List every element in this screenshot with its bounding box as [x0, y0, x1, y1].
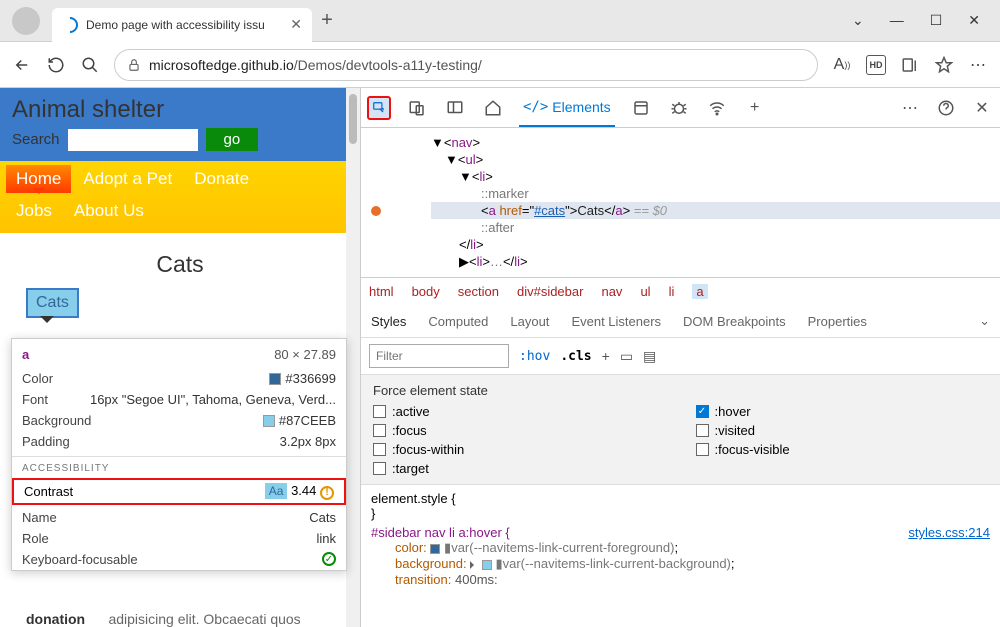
close-tab-icon[interactable]: ✕ [290, 16, 302, 33]
nav-adopt[interactable]: Adopt a Pet [73, 165, 182, 193]
css-rules[interactable]: element.style { } styles.css:214#sidebar… [361, 485, 1000, 593]
check-icon: ✓ [322, 552, 336, 566]
dock-side-icon[interactable] [443, 96, 467, 120]
add-tab-button[interactable]: + [743, 96, 767, 120]
nav-home[interactable]: Home [6, 165, 71, 193]
chevron-down-icon[interactable]: ⌄ [852, 12, 864, 29]
more-menu-icon[interactable]: ⋯ [968, 55, 988, 75]
url-domain: microsoftedge.github.io [149, 57, 294, 73]
network-icon[interactable] [705, 96, 729, 120]
new-tab-button[interactable]: + [312, 9, 342, 32]
state-hover[interactable]: ✓:hover [696, 404, 989, 419]
url-path: /Demos/devtools-a11y-testing/ [294, 57, 482, 73]
lock-icon [127, 58, 141, 72]
page-title: Animal shelter [12, 96, 348, 124]
browser-tab[interactable]: Demo page with accessibility issu ✕ [52, 8, 312, 42]
dom-tree[interactable]: ▼<nav> ▼<ul> ▼<li> ::marker <a href="#ca… [361, 128, 1000, 277]
styles-tab[interactable]: Styles [371, 314, 406, 329]
address-bar[interactable]: microsoftedge.github.io/Demos/devtools-a… [114, 49, 818, 81]
computed-styles-icon[interactable]: ▭ [620, 348, 633, 365]
bug-icon[interactable] [667, 96, 691, 120]
force-state-label: Force element state [373, 383, 988, 398]
collections-icon[interactable] [900, 55, 920, 75]
donation-preview: donation adipisicing elit. Obcaecati quo… [26, 611, 336, 627]
back-button[interactable] [12, 55, 32, 75]
state-target[interactable]: :target [373, 461, 666, 476]
add-rule-icon[interactable]: + [602, 348, 610, 364]
search-label: Search [12, 131, 60, 148]
state-focus-visible[interactable]: :focus-visible [696, 442, 989, 457]
chevron-down-icon[interactable]: ⌄ [979, 313, 990, 329]
breadcrumb[interactable]: html body section div#sidebar nav ul li … [361, 277, 1000, 305]
source-link[interactable]: styles.css:214 [908, 525, 990, 540]
section-heading: Cats [0, 251, 360, 278]
computed-tab[interactable]: Computed [428, 314, 488, 329]
inspect-element-button[interactable] [367, 96, 391, 120]
favorite-icon[interactable] [934, 55, 954, 75]
event-listeners-tab[interactable]: Event Listeners [571, 314, 661, 329]
edge-favicon [59, 13, 82, 36]
welcome-tab-icon[interactable] [481, 96, 505, 120]
close-window-icon[interactable]: ✕ [968, 12, 980, 29]
state-visited[interactable]: :visited [696, 423, 989, 438]
page-scrollbar[interactable] [346, 88, 360, 627]
layout-tab[interactable]: Layout [510, 314, 549, 329]
state-focus[interactable]: :focus [373, 423, 666, 438]
state-focus-within[interactable]: :focus-within [373, 442, 666, 457]
contrast-row: Contrast Aa 3.44 ! [12, 478, 346, 505]
nav-donate[interactable]: Donate [184, 165, 259, 193]
state-active[interactable]: :active [373, 404, 666, 419]
tooltip-dimensions: 80 × 27.89 [274, 347, 336, 362]
inspect-tooltip: a 80 × 27.89 Color#336699 Font16px "Sego… [11, 338, 347, 571]
elements-tab[interactable]: </>Elements [519, 89, 615, 127]
nav-jobs[interactable]: Jobs [6, 197, 62, 225]
profile-avatar[interactable] [12, 7, 40, 35]
search-input[interactable] [68, 129, 198, 151]
tooltip-tag: a [22, 347, 29, 362]
sidebar-link-cats[interactable]: Cats [26, 288, 79, 318]
warning-icon: ! [320, 486, 334, 500]
toggle-panel-icon[interactable]: ▤ [643, 348, 656, 365]
hov-toggle[interactable]: :hov [519, 349, 550, 364]
search-button[interactable] [80, 55, 100, 75]
close-devtools-icon[interactable]: ✕ [970, 96, 994, 120]
device-toolbar-button[interactable] [405, 96, 429, 120]
help-icon[interactable] [934, 96, 958, 120]
styles-filter-input[interactable] [369, 344, 509, 368]
properties-tab[interactable]: Properties [808, 314, 867, 329]
minimize-icon[interactable]: — [890, 12, 904, 29]
devtools-more-icon[interactable]: ⋯ [898, 96, 922, 120]
hd-icon[interactable]: HD [866, 55, 886, 75]
dom-breakpoints-tab[interactable]: DOM Breakpoints [683, 314, 786, 329]
maximize-icon[interactable]: ☐ [930, 12, 943, 29]
refresh-button[interactable] [46, 55, 66, 75]
cls-toggle[interactable]: .cls [560, 349, 591, 364]
tab-title: Demo page with accessibility issu [86, 18, 282, 32]
sources-tab-icon[interactable] [629, 96, 653, 120]
read-aloud-icon[interactable]: A)) [832, 55, 852, 75]
nav-about[interactable]: About Us [64, 197, 154, 225]
go-button[interactable]: go [206, 128, 259, 151]
